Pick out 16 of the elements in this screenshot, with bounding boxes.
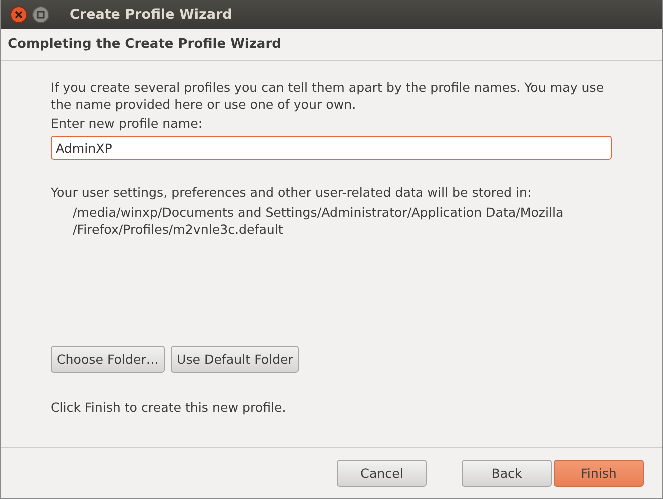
field-label: Enter new profile name: [51,115,204,132]
profile-path: /media/winxp/Documents and Settings/Administrator/Application Data/Mozilla [73,204,565,221]
intro-text: If you create several profiles you can tell them apart by the profile names. You may use the name provided here or use one of your own. [51,79,606,113]
profile-name-field[interactable]: AdminXP [51,136,612,160]
folder-button[interactable]: Use Default Folder [171,346,300,373]
window-title: Create Profile Wizard [70,6,232,22]
dialog-button[interactable]: Cancel [337,460,427,486]
maximize-icon[interactable] [32,6,50,24]
profile-path: /Firefox/Profiles/m2vnle3c.default [73,221,284,238]
dialog-button[interactable]: Finish [554,460,644,486]
dialog-button[interactable]: Back [462,460,552,486]
folder-button[interactable]: Choose Folder… [51,346,166,373]
close-icon[interactable] [10,6,28,24]
page-title: Completing the Create Profile Wizard [8,37,282,52]
finish-note: Click Finish to create this new profile. [51,399,288,416]
storage-note: Your user settings, preferences and other user-related data will be stored in: [51,184,533,201]
